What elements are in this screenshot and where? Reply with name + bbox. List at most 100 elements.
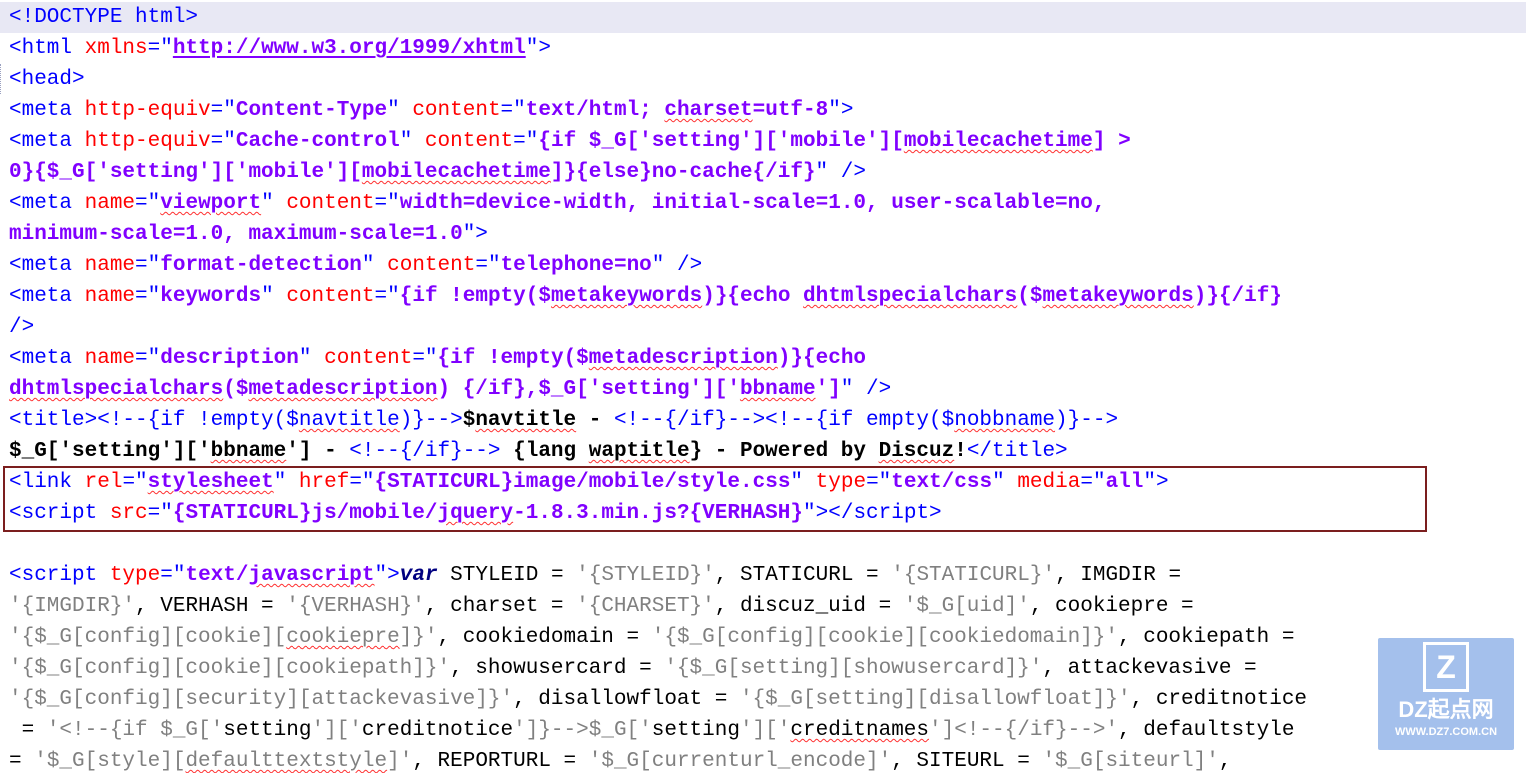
code-token: http-equiv <box>84 130 211 153</box>
code-token: =" <box>210 99 236 122</box>
code-token: )}--> <box>399 409 463 432</box>
code-token: metakeywords <box>1042 285 1194 308</box>
code-token: , cookiedomain = <box>437 626 652 649</box>
code-token: <meta <box>9 254 85 277</box>
code-token: " <box>790 471 816 494</box>
code-token: <!--{/if}--><!--{if empty($ <box>613 409 955 432</box>
code-token: {lang <box>500 440 589 463</box>
code-token: 0}{$_G['setting']['mobile'][ <box>9 161 362 184</box>
code-token: '{$_G[config][security][attackevasive]}' <box>9 688 514 711</box>
code-token: mobilecachetime <box>361 161 551 184</box>
code-token: http-equiv <box>84 99 211 122</box>
code-token: '{$_G[config][cookie][ <box>9 626 287 649</box>
code-line: <meta name="keywords" content="{if !empt… <box>0 281 1526 312</box>
code-token: bbname <box>739 378 816 401</box>
code-token: , attackevasive = <box>1042 657 1257 680</box>
code-token: '{CHARSET}' <box>576 595 715 618</box>
code-line: = '$_G[style][defaulttextstyle]', REPORT… <box>0 746 1526 773</box>
code-token: content <box>424 130 514 153</box>
code-token: <script <box>9 502 110 525</box>
code-token: <!DOCTYPE html> <box>9 6 199 29</box>
code-token: <html <box>9 37 85 60</box>
code-token: xmlns <box>84 37 148 60</box>
code-token: '{IMGDIR}' <box>9 595 136 618</box>
code-line: <script type="text/javascript">var STYLE… <box>0 560 1526 591</box>
code-token: metadescription <box>248 378 438 401</box>
code-token: '{$_G[setting][showusercard]}' <box>664 657 1043 680</box>
watermark-logo-icon: Z <box>1423 642 1469 692</box>
code-token: =" <box>866 471 892 494</box>
code-token: '][' <box>739 719 791 742</box>
code-token: $ <box>462 409 476 432</box>
code-line: $_G['setting']['bbname'] - <!--{/if}--> … <box>0 436 1526 467</box>
code-token: type <box>109 564 161 587</box>
code-line: <meta name="viewport" content="width=dev… <box>0 188 1526 219</box>
code-token: " <box>298 347 325 370</box>
code-token: rel <box>84 471 123 494</box>
code-token: content <box>412 99 501 122</box>
code-token: metakeywords <box>550 285 703 308</box>
code-token: minimum-scale=1.0, maximum-scale=1.0 <box>9 223 463 246</box>
code-token: defaulttextstyle <box>185 750 388 773</box>
code-token: =" <box>412 347 438 370</box>
code-token: = <box>9 719 47 742</box>
code-token: =" <box>135 254 161 277</box>
code-line: minimum-scale=1.0, maximum-scale=1.0"> <box>0 219 1526 250</box>
code-token: =" <box>160 564 186 587</box>
code-token: creditnames <box>790 719 930 742</box>
code-token: content <box>324 347 413 370</box>
code-line: dhtmlspecialchars($metadescription) {/if… <box>0 374 1526 405</box>
code-token: ) {/if},$_G['setting'][' <box>437 378 740 401</box>
code-token: , disallowfloat = <box>513 688 740 711</box>
code-token: dhtmlspecialchars <box>803 285 1018 308</box>
code-token: viewport <box>160 192 262 215</box>
code-token: " <box>399 130 425 153</box>
watermark-brand: DZ起点网 <box>1398 697 1494 722</box>
code-token: '$_G[style][ <box>34 750 186 773</box>
code-token: ($ <box>223 378 249 401</box>
code-token: =" <box>135 347 161 370</box>
code-token: setting <box>651 719 740 742</box>
code-token: =" <box>210 130 236 153</box>
code-line: '{IMGDIR}', VERHASH = '{VERHASH}', chars… <box>0 591 1526 622</box>
code-line: <head> <box>0 64 1526 95</box>
code-token: text/html; <box>525 99 665 122</box>
code-token: , cookiepath = <box>1118 626 1295 649</box>
code-token: charset <box>664 99 753 122</box>
code-token: , SITEURL = <box>891 750 1043 773</box>
code-token: mobilecachetime <box>903 130 1093 153</box>
code-token: description <box>160 347 299 370</box>
code-token: <!--{if !empty($ <box>97 409 299 432</box>
code-token: )}{echo <box>777 347 867 370</box>
code-token: =" <box>1080 471 1106 494</box>
code-token: {if !empty($ <box>437 347 589 370</box>
code-token: <!--{/if}--> <box>349 440 501 463</box>
code-token: , cookiepre = <box>1029 595 1207 618</box>
code-token: ]' <box>387 750 413 773</box>
code-token: '$_G[uid]' <box>903 595 1030 618</box>
code-token: "> <box>828 99 854 122</box>
code-token: '] - <box>286 440 350 463</box>
code-token: =" <box>135 192 161 215</box>
code-token: =utf-8 <box>752 99 829 122</box>
code-editor[interactable]: <!DOCTYPE html> <html xmlns="http://www.w… <box>0 0 1526 773</box>
code-token: telephone=no <box>500 254 652 277</box>
code-line: <meta http-equiv="Cache-control" content… <box>0 126 1526 157</box>
code-token: '$_G[siteurl]' <box>1042 750 1219 773</box>
code-line: <script src="{STATICURL}js/mobile/jquery… <box>0 498 1526 529</box>
code-line: <meta name="format-detection" content="t… <box>0 250 1526 281</box>
code-token: stylesheet <box>147 471 274 494</box>
code-token: Discuz <box>878 440 955 463</box>
code-token: =" <box>374 285 400 308</box>
code-token: '{$_G[config][cookie][cookiedomain]}' <box>651 626 1119 649</box>
code-token: name <box>84 254 136 277</box>
code-token: , creditnotice <box>1130 688 1308 711</box>
code-token: ($ <box>1017 285 1043 308</box>
code-token: navtitle <box>475 409 577 432</box>
code-token: name <box>84 192 136 215</box>
code-token: <title> <box>9 409 98 432</box>
code-token: <link <box>9 471 85 494</box>
code-token: <meta <box>9 285 85 308</box>
code-token: =" <box>374 192 400 215</box>
code-token: <meta <box>9 347 85 370</box>
